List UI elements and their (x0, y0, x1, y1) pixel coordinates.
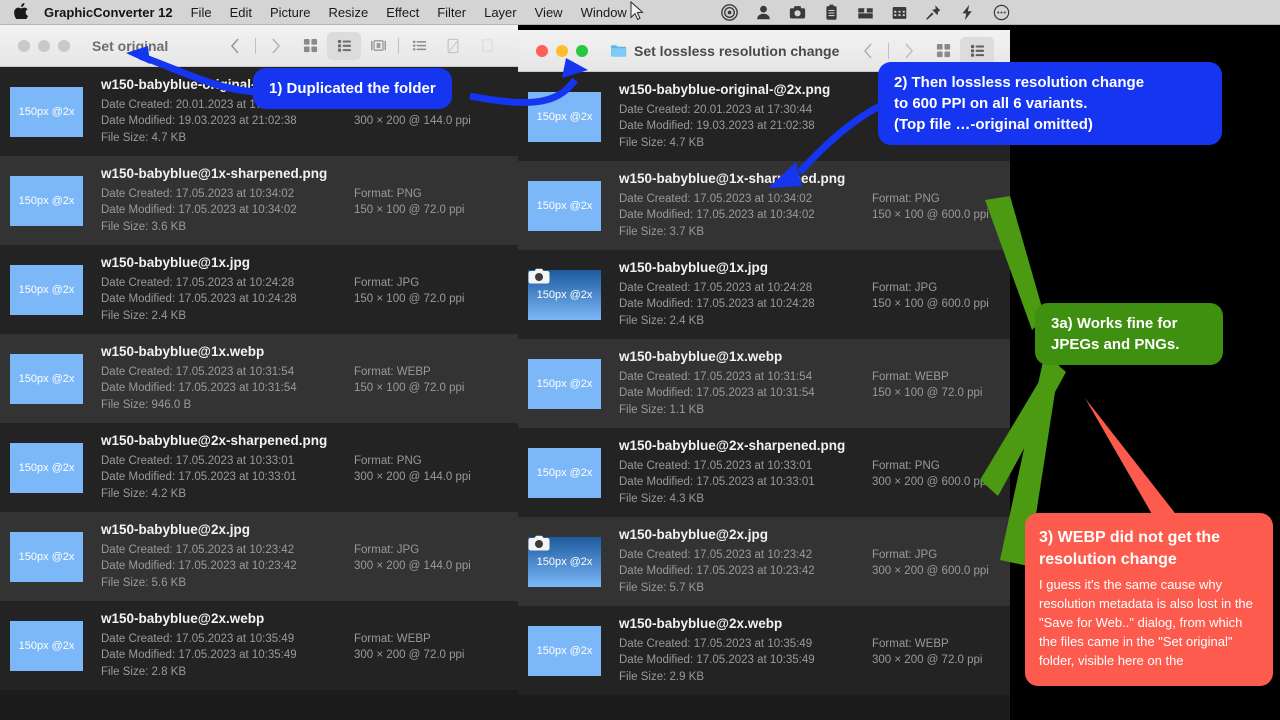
note-3a-line-2: JPEGs and PNGs. (1051, 336, 1180, 353)
annotation-note-3a: 3a) Works fine for JPEGs and PNGs. (1035, 303, 1223, 365)
annotation-note-3: 3) WEBP did not get the resolution chang… (1025, 513, 1273, 686)
note-3a-line-1: 3a) Works fine for (1051, 315, 1178, 332)
mouse-cursor (630, 1, 644, 21)
note-2-line-2: to 600 PPI on all 6 variants. (894, 95, 1088, 112)
annotation-note-1: 1) Duplicated the folder (253, 68, 452, 109)
note-1-text: 1) Duplicated the folder (269, 80, 436, 97)
note-3-title-line-1: 3) WEBP did not get the (1039, 529, 1221, 546)
screenshot-root: GraphicConverter 12 File Edit Picture Re… (0, 0, 1280, 720)
note-3-title-line-2: resolution change (1039, 551, 1177, 568)
annotation-note-2: 2) Then lossless resolution change to 60… (878, 62, 1222, 145)
note-2-line-1: 2) Then lossless resolution change (894, 74, 1145, 91)
note-3-body: I guess it's the same cause why resoluti… (1039, 577, 1253, 668)
note-2-line-3: (Top file …-original omitted) (894, 116, 1093, 133)
